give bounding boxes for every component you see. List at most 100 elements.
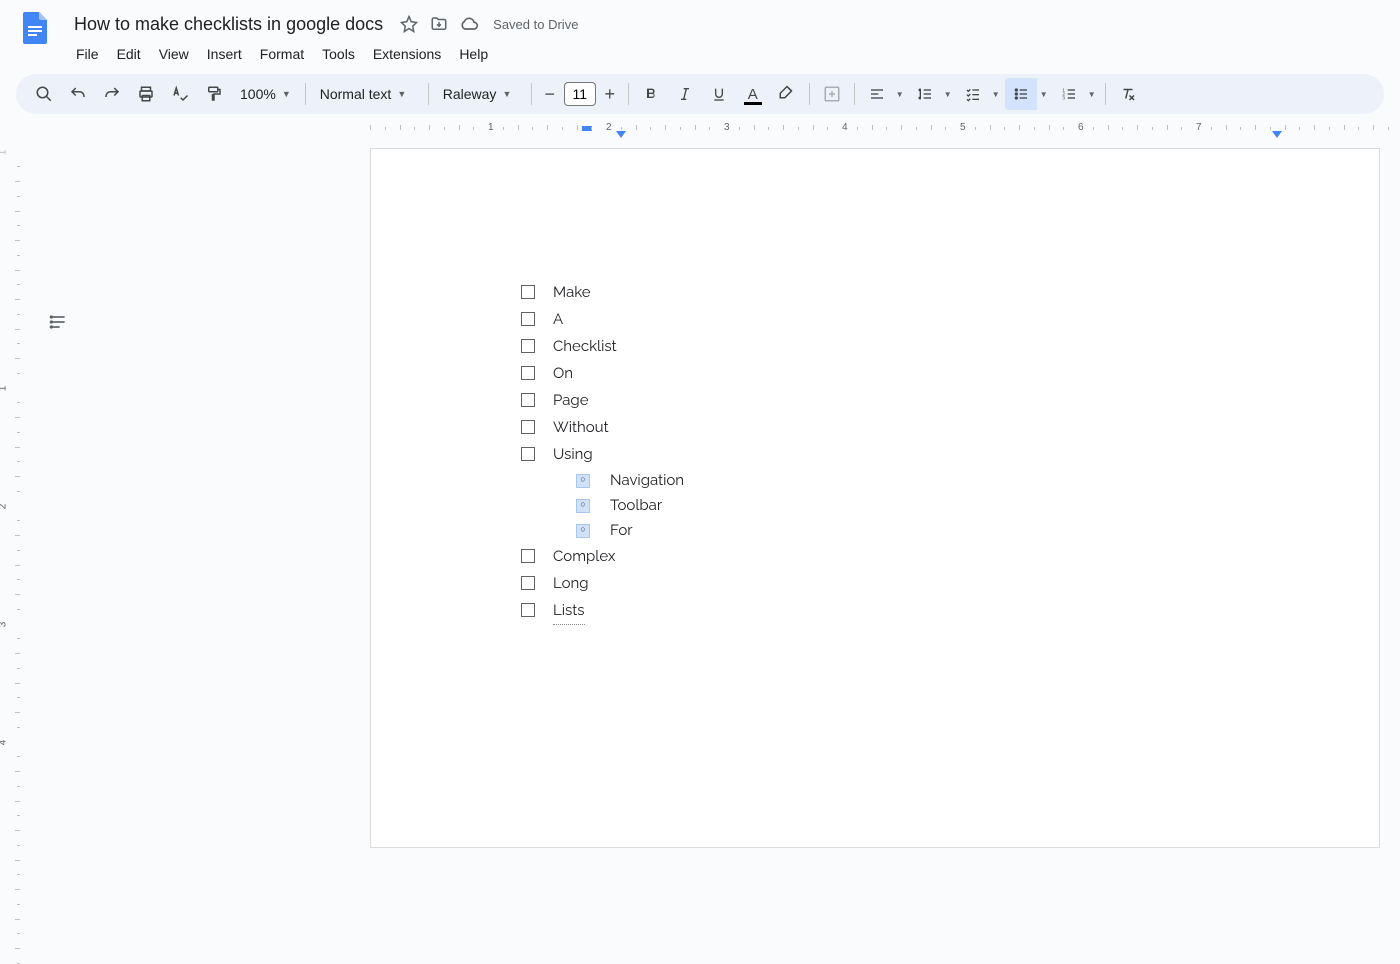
- checklist-item[interactable]: Complex: [521, 543, 1259, 570]
- outline-toggle-icon[interactable]: [48, 312, 72, 336]
- sublist-item-text[interactable]: Toolbar: [610, 493, 662, 518]
- sublist-item[interactable]: ○ For: [576, 518, 1259, 543]
- font-dropdown[interactable]: Raleway▼: [435, 78, 525, 110]
- chevron-down-icon: ▼: [1037, 78, 1051, 110]
- checkbox-icon[interactable]: [521, 576, 535, 590]
- checklist-item[interactable]: Using: [521, 441, 1259, 468]
- horizontal-ruler[interactable]: 1234567: [22, 122, 1400, 138]
- clear-formatting-icon[interactable]: [1112, 78, 1144, 110]
- menu-insert[interactable]: Insert: [199, 42, 250, 66]
- checklist-item[interactable]: A: [521, 306, 1259, 333]
- font-value: Raleway: [443, 86, 497, 102]
- checklist-icon: [957, 78, 989, 110]
- zoom-dropdown[interactable]: 100%▼: [232, 78, 299, 110]
- chevron-down-icon: ▼: [941, 78, 955, 110]
- sublist: ○ Navigation ○ Toolbar ○ For: [576, 468, 1259, 543]
- separator: [1105, 83, 1106, 105]
- menu-edit[interactable]: Edit: [109, 42, 149, 66]
- vertical-ruler[interactable]: 11234: [0, 122, 22, 851]
- numbered-list-icon: 123: [1053, 78, 1085, 110]
- line-spacing-dropdown[interactable]: ▼: [909, 78, 955, 110]
- checklist-item-text[interactable]: Lists: [553, 597, 585, 625]
- bullet-icon: ○: [576, 474, 590, 488]
- checklist-item[interactable]: Long: [521, 570, 1259, 597]
- checklist-item-text[interactable]: On: [553, 360, 573, 387]
- numbered-list-dropdown[interactable]: 123▼: [1053, 78, 1099, 110]
- checklist-dropdown[interactable]: ▼: [957, 78, 1003, 110]
- italic-icon[interactable]: [669, 78, 701, 110]
- cloud-icon[interactable]: [459, 14, 479, 34]
- redo-icon[interactable]: [96, 78, 128, 110]
- font-size-control: − +: [538, 82, 622, 106]
- sublist-item-text[interactable]: For: [610, 518, 633, 543]
- chevron-down-icon: ▼: [282, 89, 291, 99]
- checkbox-icon[interactable]: [521, 312, 535, 326]
- document-page[interactable]: MakeAChecklistOnPageWithoutUsing ○ Navigat…: [370, 148, 1380, 848]
- checkbox-icon[interactable]: [521, 393, 535, 407]
- bold-icon[interactable]: [635, 78, 667, 110]
- search-icon[interactable]: [28, 78, 60, 110]
- checkbox-icon[interactable]: [521, 447, 535, 461]
- menu-extensions[interactable]: Extensions: [365, 42, 449, 66]
- sublist-item[interactable]: ○ Navigation: [576, 468, 1259, 493]
- sublist-item[interactable]: ○ Toolbar: [576, 493, 1259, 518]
- move-icon[interactable]: [429, 14, 449, 34]
- checklist-item-text[interactable]: A: [553, 306, 563, 333]
- separator: [628, 83, 629, 105]
- underline-icon[interactable]: [703, 78, 735, 110]
- print-icon[interactable]: [130, 78, 162, 110]
- checkbox-icon[interactable]: [521, 549, 535, 563]
- checklist-item-text[interactable]: Complex: [553, 543, 615, 570]
- highlight-icon[interactable]: [771, 78, 803, 110]
- menu-help[interactable]: Help: [451, 42, 496, 66]
- menu-format[interactable]: Format: [252, 42, 312, 66]
- checklist-item-text[interactable]: Page: [553, 387, 589, 414]
- chevron-down-icon: ▼: [989, 78, 1003, 110]
- decrease-font-icon[interactable]: −: [538, 82, 562, 106]
- star-icon[interactable]: [399, 14, 419, 34]
- checklist-item[interactable]: Lists: [521, 597, 1259, 625]
- increase-font-icon[interactable]: +: [598, 82, 622, 106]
- menu-view[interactable]: View: [151, 42, 197, 66]
- menu-bar: File Edit View Insert Format Tools Exten…: [68, 42, 1384, 66]
- checkbox-icon[interactable]: [521, 603, 535, 617]
- toolbar: 100%▼ Normal text▼ Raleway▼ − + A ▼ ▼ ▼ …: [16, 74, 1384, 114]
- bullet-icon: ○: [576, 499, 590, 513]
- checklist-item-text[interactable]: Make: [553, 279, 591, 306]
- align-dropdown[interactable]: ▼: [861, 78, 907, 110]
- separator: [854, 83, 855, 105]
- saved-status[interactable]: Saved to Drive: [493, 17, 578, 32]
- checkbox-icon[interactable]: [521, 285, 535, 299]
- right-indent-marker[interactable]: [1272, 131, 1282, 138]
- checklist-item-text[interactable]: Long: [553, 570, 589, 597]
- checklist-item-text[interactable]: Checklist: [553, 333, 617, 360]
- style-value: Normal text: [320, 86, 392, 102]
- style-dropdown[interactable]: Normal text▼: [312, 78, 422, 110]
- menu-file[interactable]: File: [68, 42, 107, 66]
- checkbox-icon[interactable]: [521, 420, 535, 434]
- bulleted-list-dropdown[interactable]: ▼: [1005, 78, 1051, 110]
- text-color-icon[interactable]: A: [737, 78, 769, 110]
- spellcheck-icon[interactable]: [164, 78, 196, 110]
- docs-logo-icon[interactable]: [16, 8, 56, 48]
- menu-tools[interactable]: Tools: [314, 42, 363, 66]
- checkbox-icon[interactable]: [521, 339, 535, 353]
- toolbar-container: 100%▼ Normal text▼ Raleway▼ − + A ▼ ▼ ▼ …: [0, 66, 1400, 122]
- paint-format-icon[interactable]: [198, 78, 230, 110]
- checklist-item[interactable]: Page: [521, 387, 1259, 414]
- checklist-item-text[interactable]: Without: [553, 414, 609, 441]
- checklist-item[interactable]: Checklist: [521, 333, 1259, 360]
- separator: [809, 83, 810, 105]
- insert-image-icon[interactable]: [816, 78, 848, 110]
- sublist-item-text[interactable]: Navigation: [610, 468, 684, 493]
- checklist-item[interactable]: On: [521, 360, 1259, 387]
- checkbox-icon[interactable]: [521, 366, 535, 380]
- checklist-item-text[interactable]: Using: [553, 441, 593, 468]
- checklist-item[interactable]: Make: [521, 279, 1259, 306]
- left-indent-marker[interactable]: [616, 131, 626, 138]
- checklist-item[interactable]: Without: [521, 414, 1259, 441]
- undo-icon[interactable]: [62, 78, 94, 110]
- bullet-icon: ○: [576, 524, 590, 538]
- font-size-input[interactable]: [564, 82, 596, 106]
- document-title[interactable]: How to make checklists in google docs: [68, 12, 389, 37]
